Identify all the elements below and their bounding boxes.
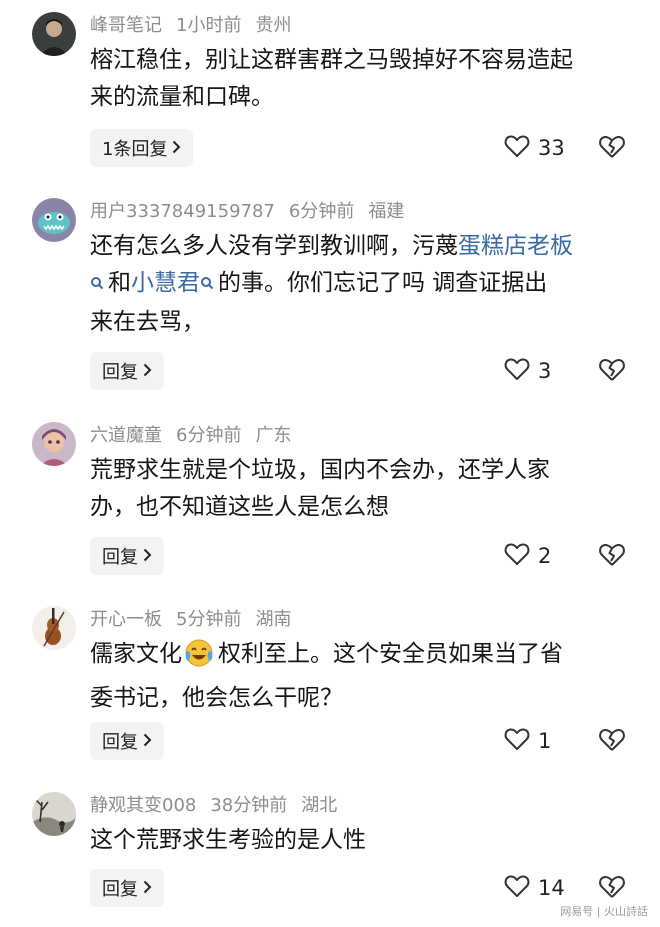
comment-line: 荒野求生就是个垃圾，国内不会办，还学人家	[90, 457, 550, 483]
comment-meta: 用户3337849159787 6分钟前 福建	[90, 200, 418, 224]
broken-heart-icon[interactable]	[598, 542, 626, 570]
reply-label: 1条回复	[102, 139, 168, 160]
like-count: 3	[538, 359, 552, 383]
comment-text-segment: 还有怎么多人没有学到教训啊，污蔑	[90, 233, 458, 259]
like-button[interactable]: 33	[504, 133, 565, 163]
comment-location: 福建	[368, 201, 405, 222]
like-count: 2	[538, 544, 552, 568]
reply-label: 回复	[102, 547, 138, 568]
heart-outline-icon	[504, 542, 530, 570]
heart-outline-icon	[504, 727, 530, 755]
comment-location: 湖北	[301, 795, 338, 816]
heart-outline-icon	[504, 874, 530, 902]
chevron-right-icon	[143, 361, 152, 382]
chevron-right-icon	[143, 878, 152, 899]
reply-label: 回复	[102, 362, 138, 383]
avatar[interactable]	[32, 606, 76, 650]
watermark: 网易号 | 火山詩話	[560, 905, 648, 918]
comment-text-segment: 儒家文化	[90, 641, 182, 667]
avatar[interactable]	[32, 198, 76, 242]
comment-line: 这个荒野求生考验的是人性	[90, 827, 366, 853]
reply-button[interactable]: 1条回复	[90, 129, 194, 167]
comment-time: 6分钟前	[288, 201, 355, 222]
username[interactable]: 静观其变008	[90, 795, 196, 816]
comment-text-segment: 和	[108, 270, 131, 296]
comment-location: 湖南	[255, 609, 292, 630]
username[interactable]: 六道魔童	[90, 425, 162, 446]
username[interactable]: 用户3337849159787	[90, 201, 275, 222]
comment-line: 来在去骂，	[90, 309, 205, 335]
reply-label: 回复	[102, 879, 138, 900]
comment-location: 广东	[255, 425, 292, 446]
comment-text-segment: 权利至上。这个安全员如果当了省	[218, 641, 563, 667]
avatar[interactable]	[32, 792, 76, 836]
comment-location: 贵州	[255, 15, 292, 36]
avatar[interactable]	[32, 422, 76, 466]
comment-time: 1小时前	[176, 15, 242, 36]
like-button[interactable]: 2	[504, 541, 551, 571]
comment-line: 榕江稳住，别让这群害群之马毁掉好不容易造起	[90, 47, 573, 73]
like-button[interactable]: 3	[504, 356, 551, 386]
reply-label: 回复	[102, 732, 138, 753]
broken-heart-icon[interactable]	[598, 134, 626, 162]
like-count: 33	[538, 136, 565, 160]
search-icon	[200, 267, 214, 304]
chevron-right-icon	[172, 138, 181, 159]
comment-text: 还有怎么多人没有学到教训啊，污蔑蛋糕店老板 和小慧君 的事。你们忘记了吗 调查证据…	[90, 228, 573, 341]
crying-laughing-emoji	[184, 638, 214, 680]
comment-time: 38分钟前	[210, 795, 288, 816]
broken-heart-icon[interactable]	[598, 874, 626, 902]
chevron-right-icon	[143, 731, 152, 752]
like-button[interactable]: 14	[504, 873, 565, 903]
comment-line: 还有怎么多人没有学到教训啊，污蔑蛋糕店老板	[90, 228, 573, 265]
chevron-right-icon	[143, 546, 152, 567]
reply-button[interactable]: 回复	[90, 869, 164, 907]
comment-meta: 峰哥笔记 1小时前 贵州	[90, 14, 305, 38]
like-button[interactable]: 1	[504, 726, 551, 756]
reply-button[interactable]: 回复	[90, 537, 164, 575]
username[interactable]: 峰哥笔记	[90, 15, 162, 36]
like-count: 14	[538, 876, 565, 900]
topic-link[interactable]: 小慧君	[131, 270, 200, 296]
comment-time: 6分钟前	[176, 425, 242, 446]
comment-meta: 静观其变008 38分钟前 湖北	[90, 794, 351, 818]
comment-meta: 六道魔童 6分钟前 广东	[90, 424, 305, 448]
username[interactable]: 开心一板	[90, 609, 162, 630]
comment-line: 办，也不知道这些人是怎么想	[90, 494, 389, 520]
comment-text: 荒野求生就是个垃圾，国内不会办，还学人家 办，也不知道这些人是怎么想	[90, 452, 550, 526]
comment-time: 5分钟前	[176, 609, 242, 630]
heart-outline-icon	[504, 134, 530, 162]
comment-text: 榕江稳住，别让这群害群之马毁掉好不容易造起 来的流量和口碑。	[90, 42, 573, 116]
comment-line: 和小慧君 的事。你们忘记了吗 调查证据出	[90, 265, 573, 304]
reply-button[interactable]: 回复	[90, 722, 164, 760]
comment-meta: 开心一板 5分钟前 湖南	[90, 608, 305, 632]
reply-button[interactable]: 回复	[90, 352, 164, 390]
comment-text-segment: 的事。你们忘记了吗 调查证据出	[218, 270, 548, 296]
search-icon	[90, 267, 104, 304]
topic-link[interactable]: 蛋糕店老板	[458, 233, 573, 259]
avatar[interactable]	[32, 12, 76, 56]
like-count: 1	[538, 729, 552, 753]
comment-text: 儒家文化 权利至上。这个安全员如果当了省 委书记，他会怎么干呢？	[90, 636, 563, 717]
comment-text: 这个荒野求生考验的是人性	[90, 822, 366, 859]
comment-line: 委书记，他会怎么干呢？	[90, 685, 343, 711]
broken-heart-icon[interactable]	[598, 727, 626, 755]
comment-line: 儒家文化 权利至上。这个安全员如果当了省	[90, 636, 563, 680]
comment-line: 来的流量和口碑。	[90, 84, 274, 110]
heart-outline-icon	[504, 357, 530, 385]
broken-heart-icon[interactable]	[598, 357, 626, 385]
